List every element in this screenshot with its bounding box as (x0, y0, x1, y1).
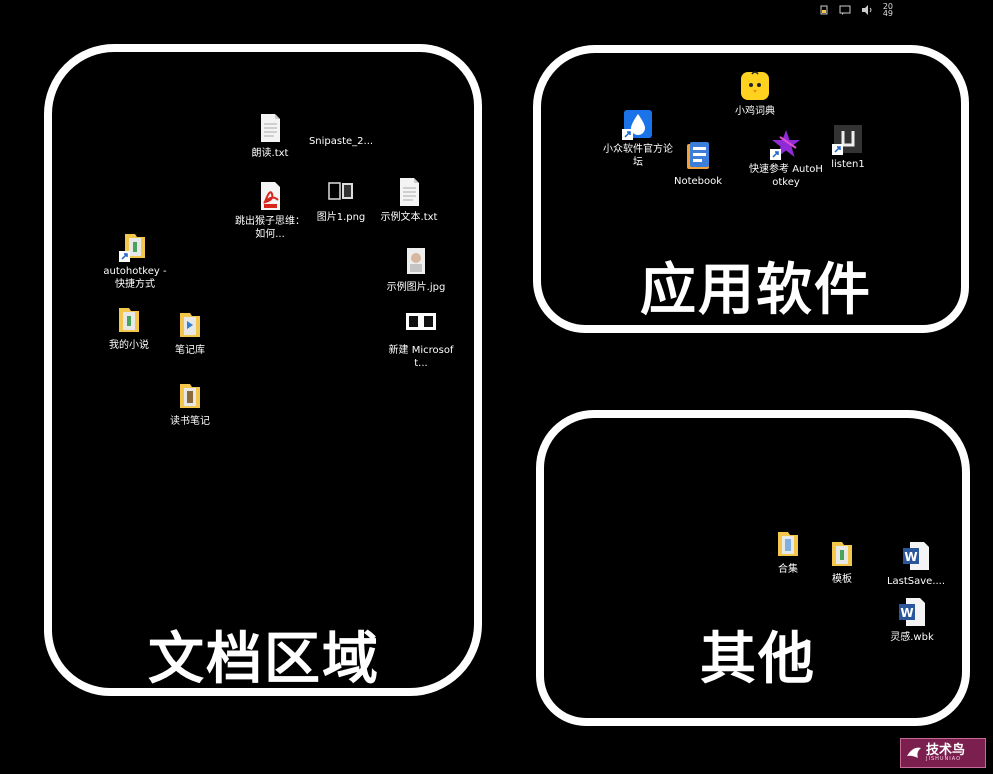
listen1-app-icon (832, 123, 864, 155)
zone-documents-title: 文档区域 (148, 627, 380, 692)
notification-icon[interactable] (839, 0, 851, 19)
icon-label: autohotkey - 快捷方式 (103, 266, 167, 290)
watermark-en: JISHUNIAO (926, 756, 962, 762)
desktop-icon-biji-ku[interactable]: 笔记库 (152, 309, 228, 357)
water-drop-app-icon (622, 108, 654, 140)
shortcut-arrow-icon (770, 149, 781, 160)
desktop-icon-notebook[interactable]: Notebook (660, 140, 736, 188)
notebook-app-icon (682, 140, 714, 172)
folder-icon (174, 380, 206, 412)
icon-label: Snipaste_2... (308, 136, 374, 147)
folder-icon (119, 230, 151, 262)
desktop-icon-langdu-txt[interactable]: 朗读.txt (232, 112, 308, 160)
battery-icon[interactable] (819, 0, 829, 19)
shortcut-arrow-icon (832, 144, 843, 155)
icon-label: 示例图片.jpg (386, 282, 446, 293)
system-tray: 20 49 (819, 0, 893, 19)
icon-label: 读书笔记 (170, 416, 210, 427)
volume-icon[interactable] (861, 0, 873, 19)
desktop-icon-autohotkey-shortcut[interactable]: autohotkey - 快捷方式 (97, 230, 173, 291)
desktop-icon-listen1[interactable]: listen1 (810, 123, 886, 171)
text-file-icon (393, 176, 425, 208)
icon-label: 灵感.wbk (890, 632, 934, 643)
desktop-icon-tupian1-png[interactable]: 图片1.png (303, 176, 379, 224)
folder-icon (772, 528, 804, 560)
icon-label: 新建 Microsoft... (388, 345, 454, 369)
zone-applications-title: 应用软件 (640, 258, 872, 323)
bird-logo-icon (907, 747, 921, 758)
clock[interactable]: 20 49 (882, 2, 893, 18)
icon-label: listen1 (831, 159, 865, 170)
zone-other-title: 其他 (700, 627, 816, 692)
icon-label: 跳出猴子思维：如何... (235, 216, 305, 240)
word-file-icon: W (900, 540, 932, 572)
shortcut-arrow-icon (622, 129, 633, 140)
desktop-icon-dushu-biji[interactable]: 读书笔记 (152, 380, 228, 428)
desktop-icon-linggan-wbk[interactable]: W 灵感.wbk (874, 596, 950, 644)
folder-icon (113, 304, 145, 336)
blank-image-icon (325, 100, 357, 132)
shortcut-arrow-icon (119, 251, 130, 262)
text-file-icon (254, 112, 286, 144)
svg-text:W: W (900, 606, 913, 620)
icon-label: 我的小说 (109, 340, 149, 351)
icon-label: 小鸡词典 (735, 106, 775, 117)
watermark-text: 技术鸟 JISHUNIAO (926, 744, 965, 762)
watermark-logo: 技术鸟 JISHUNIAO (900, 738, 986, 768)
pdf-file-icon (254, 180, 286, 212)
clock-minute: 49 (882, 8, 893, 18)
desktop-icon-lastsave[interactable]: W LastSave.... (878, 540, 954, 588)
icon-label: 模板 (832, 574, 852, 585)
svg-text:W: W (904, 550, 917, 564)
icon-label: 合集 (778, 564, 798, 575)
desktop-icon-xinjian-microsoft[interactable]: 新建 Microsoft... (383, 309, 459, 370)
chick-app-icon (739, 70, 771, 102)
document-thumbnail-icon (405, 309, 437, 341)
desktop-icon-shili-wenben[interactable]: 示例文本.txt (371, 176, 447, 224)
icon-label: 图片1.png (316, 212, 366, 223)
star-app-icon (770, 128, 802, 160)
icon-label: 笔记库 (175, 345, 205, 356)
desktop-icon-pdf[interactable]: 跳出猴子思维：如何... (232, 180, 308, 241)
icon-label: 示例文本.txt (380, 212, 438, 223)
desktop-icon-shili-tupian[interactable]: 示例图片.jpg (378, 246, 454, 294)
icon-label: 朗读.txt (251, 148, 289, 159)
folder-icon (174, 309, 206, 341)
word-file-icon: W (896, 596, 928, 628)
icon-label: LastSave.... (886, 576, 946, 587)
folder-icon (826, 538, 858, 570)
photo-file-icon (400, 246, 432, 278)
image-file-icon (325, 176, 357, 208)
desktop-icon-snipaste[interactable]: Snipaste_2... (303, 100, 379, 148)
icon-label: Notebook (673, 176, 723, 187)
desktop-icon-xiaoji-cidian[interactable]: 小鸡词典 (717, 70, 793, 118)
desktop-icon-moban[interactable]: 模板 (804, 538, 880, 586)
